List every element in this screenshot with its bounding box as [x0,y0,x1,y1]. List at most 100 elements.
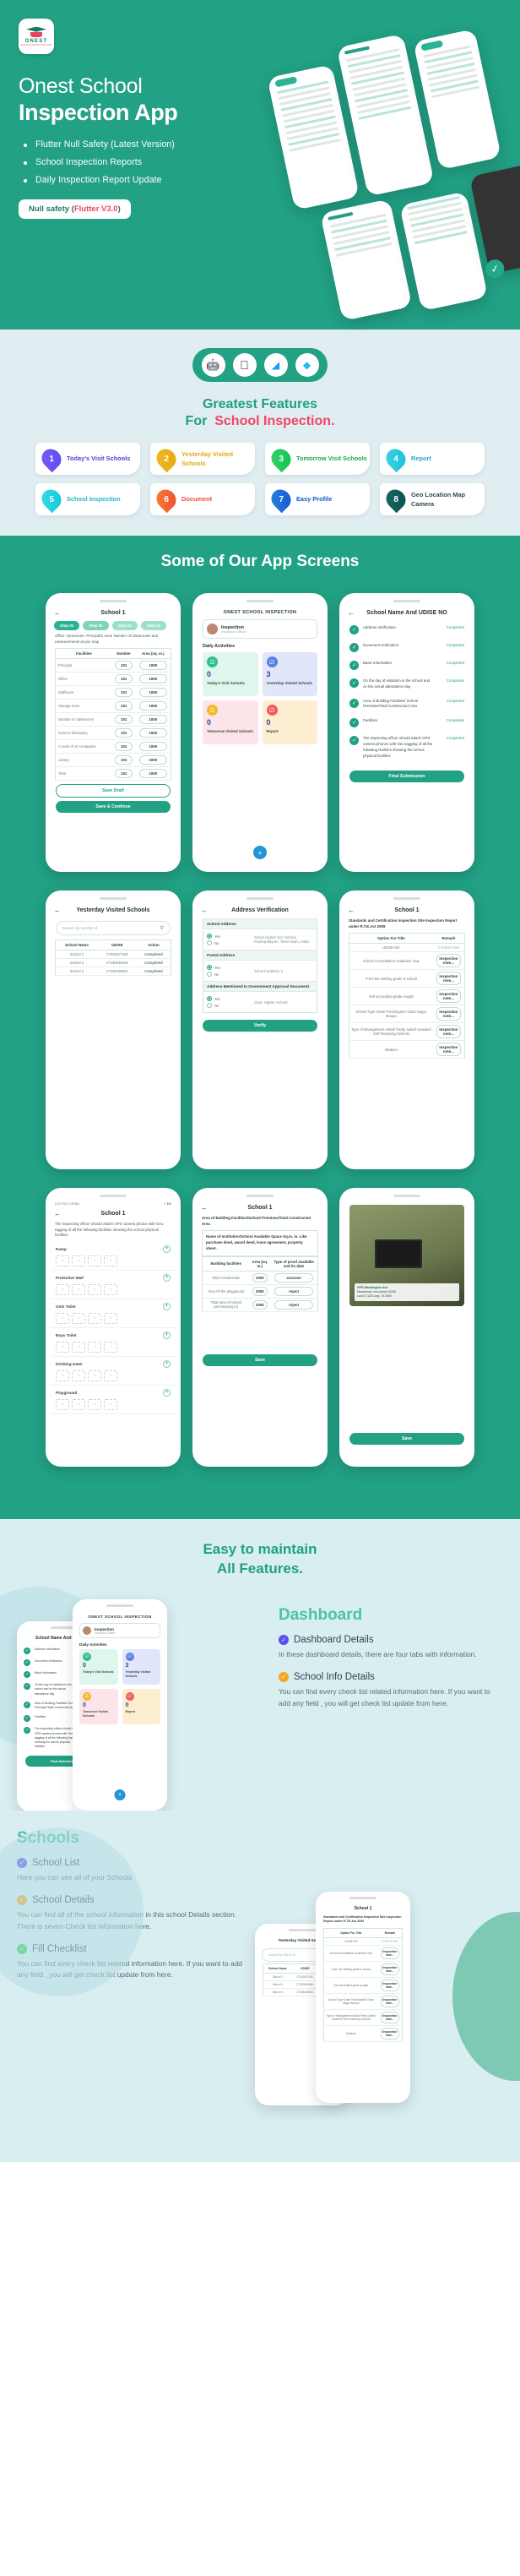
save-draft-button[interactable]: Save Draft [56,784,171,798]
photo-placeholder[interactable]: ☼ [56,1283,69,1295]
radio-group[interactable]: Yes No [203,960,252,982]
radio-yes[interactable]: Yes [207,965,247,970]
photo-placeholder[interactable]: ☼ [72,1312,85,1324]
area-input[interactable]: 1000 [138,742,167,752]
remark-input[interactable]: Inspection note... [381,1979,399,1991]
number-input[interactable]: 101 [115,728,133,738]
save-button[interactable]: Save [349,1433,464,1445]
checklist-item-0[interactable]: ✓ Address Verification Completed [344,621,469,639]
photo-placeholder[interactable]: ☼ [104,1370,117,1381]
add-photo-icon[interactable]: + [163,1244,171,1253]
proof-input[interactable]: reject [274,1299,313,1310]
area-input[interactable]: 1000 [138,728,167,738]
search-input[interactable]: Search by UDISE Id ⚲ [56,921,171,935]
status-badge[interactable]: Completed [136,950,171,959]
photo-placeholder[interactable]: ☼ [88,1398,101,1410]
back-icon[interactable]: ← [201,907,213,914]
feature-card-8[interactable]: 8 Geo Location Map Camera [380,483,485,515]
add-photo-icon[interactable]: + [163,1359,171,1368]
feature-card-3[interactable]: 3 Tomorrow Visit Schools [265,443,370,475]
add-photo-icon[interactable]: + [163,1388,171,1397]
remark-input[interactable]: Inspection note... [436,1043,461,1057]
remark-input[interactable]: Inspection note... [436,972,461,986]
add-photo-icon[interactable]: + [163,1331,171,1339]
area-input[interactable]: 2000 [252,1286,268,1296]
number-input[interactable]: 101 [115,769,133,779]
activity-tile-2[interactable]: ☑ 0 Tomorrow Visited Schools [203,700,258,744]
status-badge[interactable]: Completed [136,967,171,976]
photo-placeholder[interactable]: ☼ [88,1312,101,1324]
area-input[interactable]: 1000 [252,1272,268,1283]
checklist-item-3[interactable]: ✓ On the day of visitation in the school … [344,674,469,694]
remark-input[interactable]: Inspection note... [381,2027,399,2040]
final-submission-button[interactable]: Final Submission [349,770,464,782]
feature-card-6[interactable]: 6 Document [150,483,255,515]
back-icon[interactable]: ← [201,1204,213,1212]
activity-tile-3[interactable]: ☑ 0 Report [122,1689,160,1724]
back-icon[interactable]: ← [54,1210,66,1217]
profile-card[interactable]: Inspection Inspection Officer [79,1623,160,1638]
number-input[interactable]: 101 [115,755,133,765]
area-input[interactable]: 2000 [252,1299,268,1310]
activity-tile-1[interactable]: ☑ 3 Yesterday Visited Schools [122,1649,160,1685]
area-input[interactable]: 1000 [138,674,167,684]
feature-card-5[interactable]: 5 School Inspection [35,483,140,515]
add-photo-icon[interactable]: + [163,1302,171,1310]
activity-tile-2[interactable]: ☑ 0 Tomorrow Visited Schools [79,1689,118,1724]
photo-placeholder[interactable]: ☼ [72,1255,85,1266]
remark-input[interactable]: Inspection note... [436,1007,461,1021]
photo-placeholder[interactable]: ☼ [56,1255,69,1266]
activity-tile-3[interactable]: ☑ 0 Report [262,700,317,744]
radio-group[interactable]: Yes No [203,991,252,1013]
number-input[interactable]: 101 [115,674,133,684]
photo-placeholder[interactable]: ☼ [56,1398,69,1410]
back-icon[interactable]: ← [348,907,360,914]
step-tab-3[interactable]: Step 03 [111,621,138,630]
number-input[interactable]: 101 [115,701,133,711]
photo-placeholder[interactable]: ☼ [104,1312,117,1324]
photo-placeholder[interactable]: ☼ [104,1283,117,1295]
feature-card-7[interactable]: 7 Easy Profile [265,483,370,515]
photo-placeholder[interactable]: ☼ [104,1398,117,1410]
remark-input[interactable]: Inspection note... [436,1025,461,1039]
activity-tile-0[interactable]: ☑ 0 Today's Visit Schools [203,652,258,696]
photo-placeholder[interactable]: ☼ [72,1370,85,1381]
fab-add-icon[interactable]: + [253,846,267,859]
area-input[interactable]: 1000 [138,688,167,698]
photo-placeholder[interactable]: ☼ [88,1341,101,1353]
number-input[interactable]: 101 [115,661,133,671]
proof-input[interactable]: success [274,1272,313,1283]
number-input[interactable]: 101 [115,688,133,698]
photo-placeholder[interactable]: ☼ [56,1312,69,1324]
back-icon[interactable]: ← [54,907,66,914]
checklist-item-5[interactable]: ✓ Facilities Completed [344,714,469,732]
radio-group[interactable]: Yes No [203,929,252,950]
save-continue-button[interactable]: Save & Continue [56,801,171,814]
radio-yes[interactable]: Yes [207,996,247,1001]
remark-input[interactable]: Inspection note... [381,1947,399,1959]
search-icon[interactable]: ⚲ [160,925,164,931]
proof-input[interactable]: reject [274,1286,313,1296]
photo-placeholder[interactable]: ☼ [56,1341,69,1353]
area-input[interactable]: 1000 [138,701,167,711]
radio-yes[interactable]: Yes [207,934,247,939]
area-input[interactable]: 1000 [138,769,167,779]
feature-card-4[interactable]: 4 Report [380,443,485,475]
back-icon[interactable]: ← [348,609,360,617]
area-input[interactable]: 1000 [138,755,167,765]
fab-add-icon[interactable]: + [114,1789,126,1800]
number-input[interactable]: 101 [115,715,133,725]
radio-no[interactable]: No [207,972,247,977]
photo-placeholder[interactable]: ☼ [72,1341,85,1353]
photo-placeholder[interactable]: ☼ [88,1370,101,1381]
status-badge[interactable]: Completed [136,958,171,967]
radio-no[interactable]: No [207,1003,247,1008]
radio-no[interactable]: No [207,940,247,945]
remark-input[interactable]: Inspection note... [381,1995,399,2007]
photo-placeholder[interactable]: ☼ [88,1283,101,1295]
step-tab-1[interactable]: Step 01 [54,621,80,630]
checklist-item-4[interactable]: ✓ Area of Building Facilities/ School Pre… [344,694,469,715]
area-input[interactable]: 1000 [138,661,167,671]
remark-input[interactable]: Inspection note... [381,1963,399,1975]
activity-tile-0[interactable]: ☑ 0 Today's Visit Schools [79,1649,118,1685]
